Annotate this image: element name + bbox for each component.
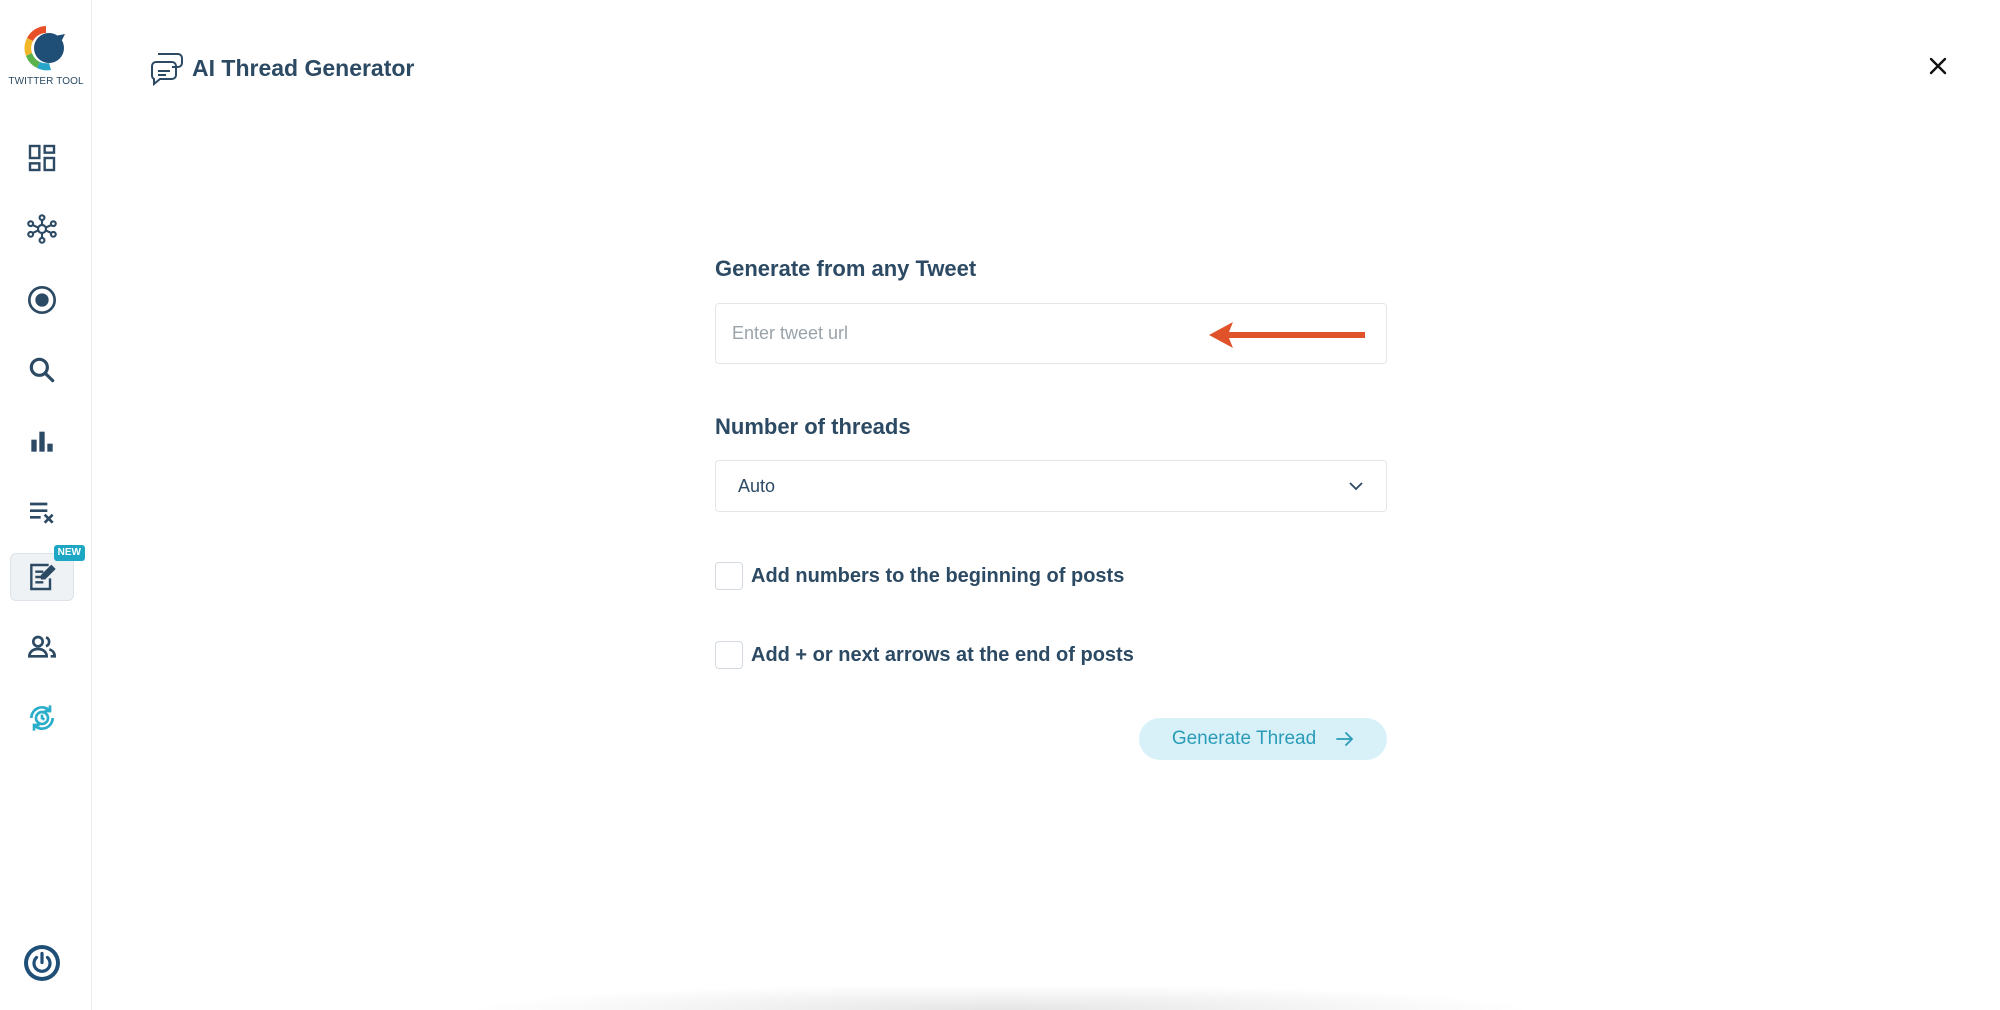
sidebar-item-network[interactable]: [10, 205, 74, 253]
tweet-url-label: Generate from any Tweet: [715, 256, 977, 281]
sidebar: TWITTER TOOL NEW: [0, 0, 92, 1010]
power-icon: [24, 945, 60, 981]
clock-refresh-icon: [30, 705, 54, 731]
logo-text: TWITTER TOOL: [8, 76, 84, 87]
generate-thread-label: Generate Thread: [1171, 728, 1317, 749]
sidebar-item-clear-list[interactable]: [10, 488, 74, 536]
add-numbers-checkbox[interactable]: [715, 562, 743, 590]
logo[interactable]: TWITTER TOOL: [8, 22, 84, 87]
thread-form: Generate from any Tweet Number of thread…: [715, 256, 1387, 760]
option-add-arrows[interactable]: Add + or next arrows at the end of posts: [715, 641, 1134, 669]
threads-count-select[interactable]: Auto: [715, 460, 1387, 512]
page-header: AI Thread Generator: [148, 50, 414, 86]
sidebar-item-scheduler[interactable]: [10, 694, 74, 742]
close-icon: [1929, 57, 1947, 75]
logo-icon: [24, 26, 65, 71]
option-add-numbers[interactable]: Add numbers to the beginning of posts: [715, 562, 1124, 590]
page-title: AI Thread Generator: [192, 54, 415, 81]
sidebar-item-target[interactable]: [10, 276, 74, 324]
bar-chart-icon: [31, 431, 53, 452]
clear-list-icon: [30, 502, 54, 524]
sidebar-item-analytics[interactable]: [10, 417, 74, 465]
threads-count-value: Auto: [738, 475, 776, 496]
sidebar-item-search[interactable]: [10, 346, 74, 394]
chevron-down-icon: [1349, 482, 1363, 491]
sidebar-item-dashboard[interactable]: [10, 134, 74, 182]
add-numbers-label: Add numbers to the beginning of posts: [751, 564, 1125, 587]
add-arrows-checkbox[interactable]: [715, 641, 743, 669]
bottom-shadow: [460, 984, 1540, 1010]
users-icon: [27, 635, 57, 658]
threads-count-label: Number of threads: [715, 414, 911, 439]
add-arrows-label: Add + or next arrows at the end of posts: [751, 643, 1134, 666]
search-icon: [29, 357, 55, 383]
dashboard-icon: [28, 144, 56, 172]
sidebar-item-thread-generator[interactable]: NEW: [10, 545, 85, 601]
close-button[interactable]: [1924, 52, 1952, 80]
sidebar-item-users[interactable]: [10, 623, 74, 671]
edit-note-icon: [30, 563, 56, 591]
thread-generator-icon: [150, 53, 183, 86]
arrow-right-icon: [1336, 732, 1354, 746]
network-icon: [27, 214, 57, 244]
generate-thread-button[interactable]: Generate Thread: [1139, 718, 1387, 760]
annotation-arrow-icon: [1209, 322, 1365, 348]
target-icon: [28, 286, 56, 314]
new-badge: NEW: [53, 545, 85, 561]
power-button[interactable]: [22, 943, 62, 983]
